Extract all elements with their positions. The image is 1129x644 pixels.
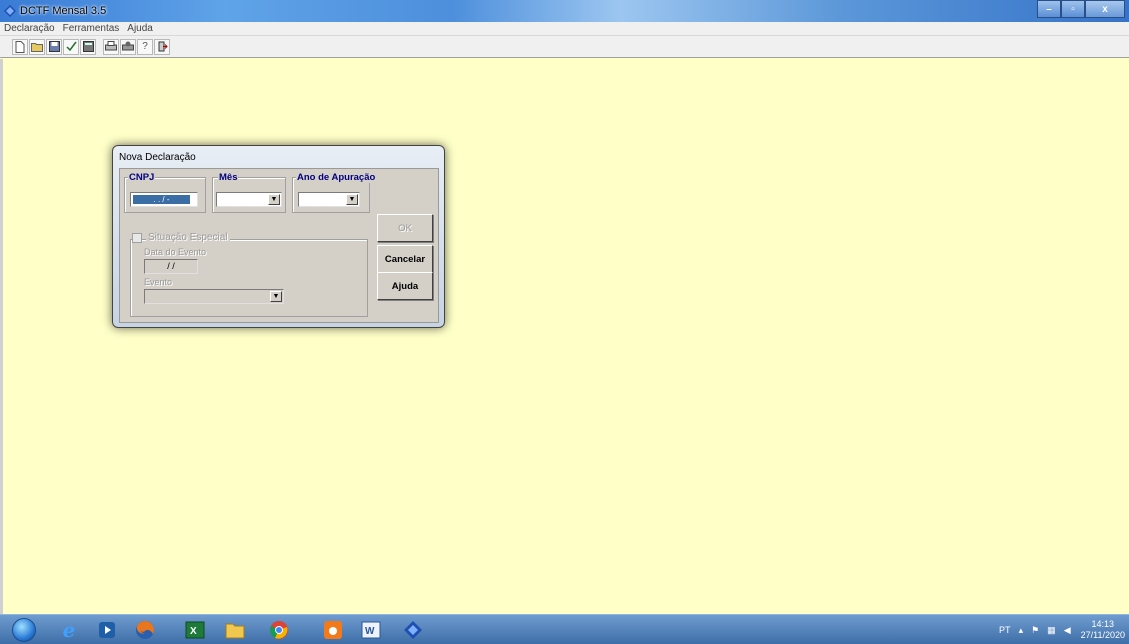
menu-ferramentas[interactable]: Ferramentas bbox=[59, 23, 124, 34]
print-icon[interactable] bbox=[103, 38, 119, 55]
help-icon[interactable]: ? bbox=[137, 38, 153, 55]
menu-bar: Declaração Ferramentas Ajuda bbox=[0, 22, 1129, 36]
mes-label: Mês bbox=[218, 172, 239, 183]
print-preview-icon[interactable] bbox=[120, 38, 136, 55]
cnpj-label: CNPJ bbox=[128, 172, 156, 183]
data-evento-field[interactable]: / / bbox=[144, 259, 198, 274]
open-folder-icon[interactable] bbox=[29, 38, 45, 55]
cancelar-button[interactable]: Cancelar bbox=[377, 245, 433, 273]
ok-button[interactable]: OK bbox=[377, 214, 433, 242]
media-player-icon[interactable] bbox=[94, 618, 120, 642]
exit-icon[interactable] bbox=[154, 38, 170, 55]
dialog-title: Nova Declaração bbox=[119, 152, 196, 163]
svg-text:W: W bbox=[365, 626, 375, 637]
internet-explorer-icon[interactable]: e bbox=[56, 618, 82, 642]
check-icon[interactable] bbox=[63, 38, 79, 55]
dialog-body: CNPJ . . / - Mês ▼ Ano de Apuração ▼ Sit… bbox=[119, 168, 439, 323]
ano-label: Ano de Apuração bbox=[296, 172, 377, 183]
ajuda-button[interactable]: Ajuda bbox=[377, 272, 433, 300]
cnpj-field[interactable]: . . / - bbox=[130, 192, 198, 207]
title-bar: DCTF Mensal 3.5 – ▫ x bbox=[0, 0, 1129, 22]
chevron-down-icon[interactable]: ▼ bbox=[268, 194, 280, 205]
save-icon[interactable] bbox=[46, 38, 62, 55]
app-icon bbox=[4, 5, 16, 17]
clock-date: 27/11/2020 bbox=[1080, 630, 1125, 640]
situacao-especial-label: Situação Especial bbox=[146, 232, 230, 243]
evento-label: Evento bbox=[144, 277, 173, 287]
chevron-down-icon[interactable]: ▼ bbox=[270, 291, 282, 302]
ano-select[interactable]: ▼ bbox=[298, 192, 360, 207]
taskbar: e X W PT ▴ ⚑ ▦ ◀ 14:13 27/11/2020 bbox=[0, 614, 1129, 644]
menu-declaracao[interactable]: Declaração bbox=[0, 23, 59, 34]
cnpj-value: . . / - bbox=[133, 195, 190, 204]
start-button[interactable] bbox=[12, 618, 36, 642]
calculator-icon[interactable] bbox=[80, 38, 96, 55]
avast-icon[interactable] bbox=[320, 618, 346, 642]
clock-time: 14:13 bbox=[1091, 619, 1115, 629]
close-button[interactable]: x bbox=[1085, 0, 1125, 18]
workspace bbox=[0, 59, 1129, 614]
system-tray: PT ▴ ⚑ ▦ ◀ 14:13 27/11/2020 bbox=[995, 617, 1125, 643]
show-hidden-icons-icon[interactable]: ▴ bbox=[1019, 625, 1024, 636]
excel-icon[interactable]: X bbox=[182, 618, 208, 642]
word-icon[interactable]: W bbox=[358, 618, 384, 642]
maximize-button[interactable]: ▫ bbox=[1061, 0, 1085, 18]
evento-select[interactable]: ▼ bbox=[144, 289, 284, 304]
action-center-icon[interactable]: ⚑ bbox=[1031, 625, 1039, 636]
chevron-down-icon[interactable]: ▼ bbox=[346, 194, 358, 205]
data-evento-label: Data do Evento bbox=[144, 247, 207, 257]
volume-icon[interactable]: ◀ bbox=[1064, 625, 1071, 636]
situacao-especial-checkbox[interactable] bbox=[132, 233, 142, 243]
network-icon[interactable]: ▦ bbox=[1047, 625, 1056, 636]
menu-ajuda[interactable]: Ajuda bbox=[123, 23, 157, 34]
new-document-icon[interactable] bbox=[12, 38, 28, 55]
clock[interactable]: 14:13 27/11/2020 bbox=[1081, 619, 1125, 641]
window-title: DCTF Mensal 3.5 bbox=[20, 5, 107, 17]
file-explorer-icon[interactable] bbox=[222, 618, 248, 642]
firefox-icon[interactable] bbox=[132, 618, 158, 642]
chrome-icon[interactable] bbox=[266, 618, 292, 642]
toolbar: ? bbox=[0, 36, 1129, 58]
language-indicator[interactable]: PT bbox=[999, 625, 1011, 635]
svg-text:X: X bbox=[190, 626, 197, 637]
dctf-icon[interactable] bbox=[400, 618, 426, 642]
minimize-button[interactable]: – bbox=[1037, 0, 1061, 18]
nova-declaracao-dialog: Nova Declaração CNPJ . . / - Mês ▼ Ano d… bbox=[112, 145, 445, 328]
mes-select[interactable]: ▼ bbox=[216, 192, 282, 207]
